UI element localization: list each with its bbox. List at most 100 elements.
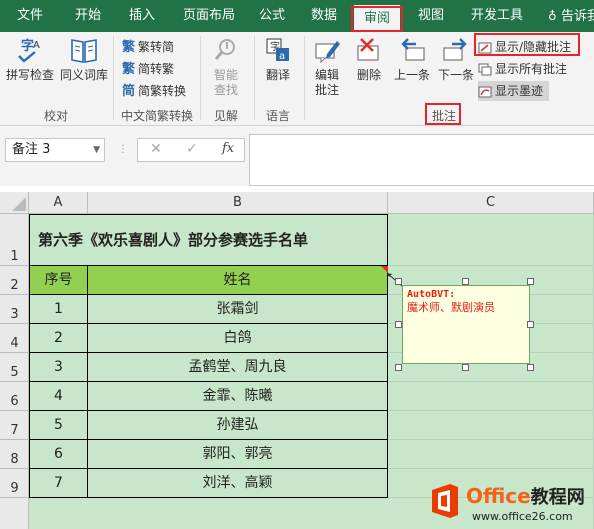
select-all-corner[interactable]	[0, 192, 29, 214]
header-cell-name[interactable]: 姓名	[88, 266, 388, 295]
column-header-c[interactable]: C	[388, 192, 594, 214]
row-header-5[interactable]: 5	[0, 353, 29, 382]
s2t-button[interactable]: 繁简转繁	[122, 59, 174, 79]
show-ink-button[interactable]: 显示墨迹	[478, 81, 550, 101]
tab-home[interactable]: 开始	[62, 0, 114, 32]
resize-handle[interactable]	[395, 364, 402, 371]
translate-button[interactable]: 字 a 翻译	[258, 36, 298, 83]
group-divider	[304, 36, 305, 120]
translate-icon: 字 a	[266, 38, 289, 62]
row-header-6[interactable]: 6	[0, 382, 29, 411]
group-label-proofing: 校对	[44, 109, 69, 123]
select-all-triangle-icon	[12, 197, 26, 211]
resize-handle[interactable]	[462, 278, 469, 285]
table-cell-index[interactable]: 2	[29, 324, 88, 353]
tab-data[interactable]: 数据	[302, 0, 346, 32]
table-cell-index[interactable]: 3	[29, 353, 88, 382]
more-handle-icon: ⋮	[118, 144, 128, 155]
office-logo-icon	[432, 484, 458, 518]
smart-lookup-icon	[214, 39, 235, 60]
row-header-7[interactable]: 7	[0, 411, 29, 440]
ribbon-tab-bar: 文件 开始 插入 页面布局 公式 数据 审阅 视图 开发工具 ♁ 告诉我	[0, 0, 594, 32]
header-cell-index[interactable]: 序号	[29, 266, 88, 295]
table-cell-name[interactable]: 金霏、陈曦	[88, 382, 388, 411]
table-cell-name[interactable]: 刘洋、高颖	[88, 469, 388, 498]
confirm-icon[interactable]: ✓	[186, 141, 198, 157]
spell-check-button[interactable]: 字 A 拼写检查	[4, 36, 56, 83]
row-header-10	[0, 498, 29, 529]
tell-me-box[interactable]: ♁ 告诉我	[540, 0, 594, 32]
t2s-button[interactable]: 繁繁转简	[122, 37, 174, 57]
grid-line	[388, 381, 594, 382]
previous-comment-button[interactable]: 上一条	[390, 36, 434, 83]
worksheet-grid[interactable]: A B C 1 2 3 4 5 6 7 8 9 第六季《欢乐喜剧人》部分参赛选手…	[0, 192, 594, 529]
table-cell-name[interactable]: 张霜剑	[88, 295, 388, 324]
chinese-convert-icon: 简	[122, 83, 136, 99]
office26-watermark: Office教程网 www.office26.com	[428, 480, 594, 529]
table-cell-name[interactable]: 白鸽	[88, 324, 388, 353]
next-arrow-icon	[443, 38, 467, 61]
watermark-brand: Office教程网	[466, 484, 585, 508]
table-cell-index[interactable]: 4	[29, 382, 88, 411]
review-tab-highlight	[351, 6, 403, 32]
tab-view[interactable]: 视图	[408, 0, 454, 32]
column-header-a[interactable]: A	[29, 192, 88, 214]
table-cell-name[interactable]: 郭阳、郭亮	[88, 440, 388, 469]
resize-handle[interactable]	[462, 364, 469, 371]
show-all-comments-button[interactable]: 显示所有批注	[478, 59, 567, 79]
name-box[interactable]: 备注 3 ▼	[5, 138, 105, 162]
grid-line	[388, 410, 594, 411]
resize-handle[interactable]	[395, 278, 402, 285]
thesaurus-book-icon	[71, 39, 97, 63]
watermark-url: www.office26.com	[472, 510, 573, 523]
traditional-to-simplified-icon: 繁	[122, 39, 136, 55]
formula-input[interactable]	[249, 134, 594, 186]
table-cell-index[interactable]: 6	[29, 440, 88, 469]
resize-handle[interactable]	[527, 364, 534, 371]
resize-handle[interactable]	[527, 321, 534, 328]
group-label-insights: 见解	[214, 109, 239, 123]
row-header-1[interactable]: 1	[0, 214, 29, 266]
insert-function-icon[interactable]: fx	[222, 141, 234, 156]
table-cell-index[interactable]: 7	[29, 469, 88, 498]
formula-bar-area: 备注 3 ▼ ⋮ ✕ ✓ fx	[0, 126, 594, 186]
cancel-icon[interactable]: ✕	[150, 141, 162, 157]
column-header-b[interactable]: B	[88, 192, 388, 214]
row-header-2[interactable]: 2	[0, 266, 29, 295]
table-cell-name[interactable]: 孙建弘	[88, 411, 388, 440]
resize-handle[interactable]	[527, 278, 534, 285]
chinese-convert-button[interactable]: 简简繁转换	[122, 81, 186, 101]
smart-lookup-button[interactable]: 智能 查找	[205, 36, 247, 98]
table-cell-name[interactable]: 孟鹤堂、周九良	[88, 353, 388, 382]
next-comment-button[interactable]: 下一条	[434, 36, 478, 83]
table-title[interactable]: 第六季《欢乐喜剧人》部分参赛选手名单	[29, 214, 388, 266]
lightbulb-icon: ♁	[548, 9, 557, 23]
row-header-3[interactable]: 3	[0, 295, 29, 324]
grid-line	[388, 468, 594, 469]
row-header-4[interactable]: 4	[0, 324, 29, 353]
tab-file[interactable]: 文件	[6, 0, 54, 32]
show-hide-highlight	[474, 33, 580, 56]
show-all-comments-icon	[478, 63, 492, 75]
comment-text[interactable]: 魔术师、默剧演员	[407, 301, 525, 315]
grid-line	[388, 439, 594, 440]
table-cell-index[interactable]: 1	[29, 295, 88, 324]
delete-comment-button[interactable]: 删除	[350, 36, 388, 83]
edit-comment-button[interactable]: 编辑 批注	[308, 36, 346, 98]
group-label-language: 语言	[266, 109, 291, 123]
group-divider	[113, 36, 114, 120]
tab-page-layout[interactable]: 页面布局	[172, 0, 246, 32]
tab-insert[interactable]: 插入	[116, 0, 168, 32]
tab-formulas[interactable]: 公式	[250, 0, 294, 32]
resize-handle[interactable]	[395, 321, 402, 328]
chevron-down-icon[interactable]: ▼	[93, 139, 100, 161]
row-header-8[interactable]: 8	[0, 440, 29, 469]
thesaurus-button[interactable]: 同义词库	[58, 36, 110, 83]
show-ink-icon	[478, 86, 492, 97]
table-cell-index[interactable]: 5	[29, 411, 88, 440]
row-header-9[interactable]: 9	[0, 469, 29, 498]
comment-box[interactable]: AutoBVT: 魔术师、默剧演员	[402, 285, 530, 364]
formula-controls: ✕ ✓ fx	[137, 138, 245, 162]
tab-developer[interactable]: 开发工具	[462, 0, 532, 32]
comment-author: AutoBVT:	[407, 289, 456, 300]
